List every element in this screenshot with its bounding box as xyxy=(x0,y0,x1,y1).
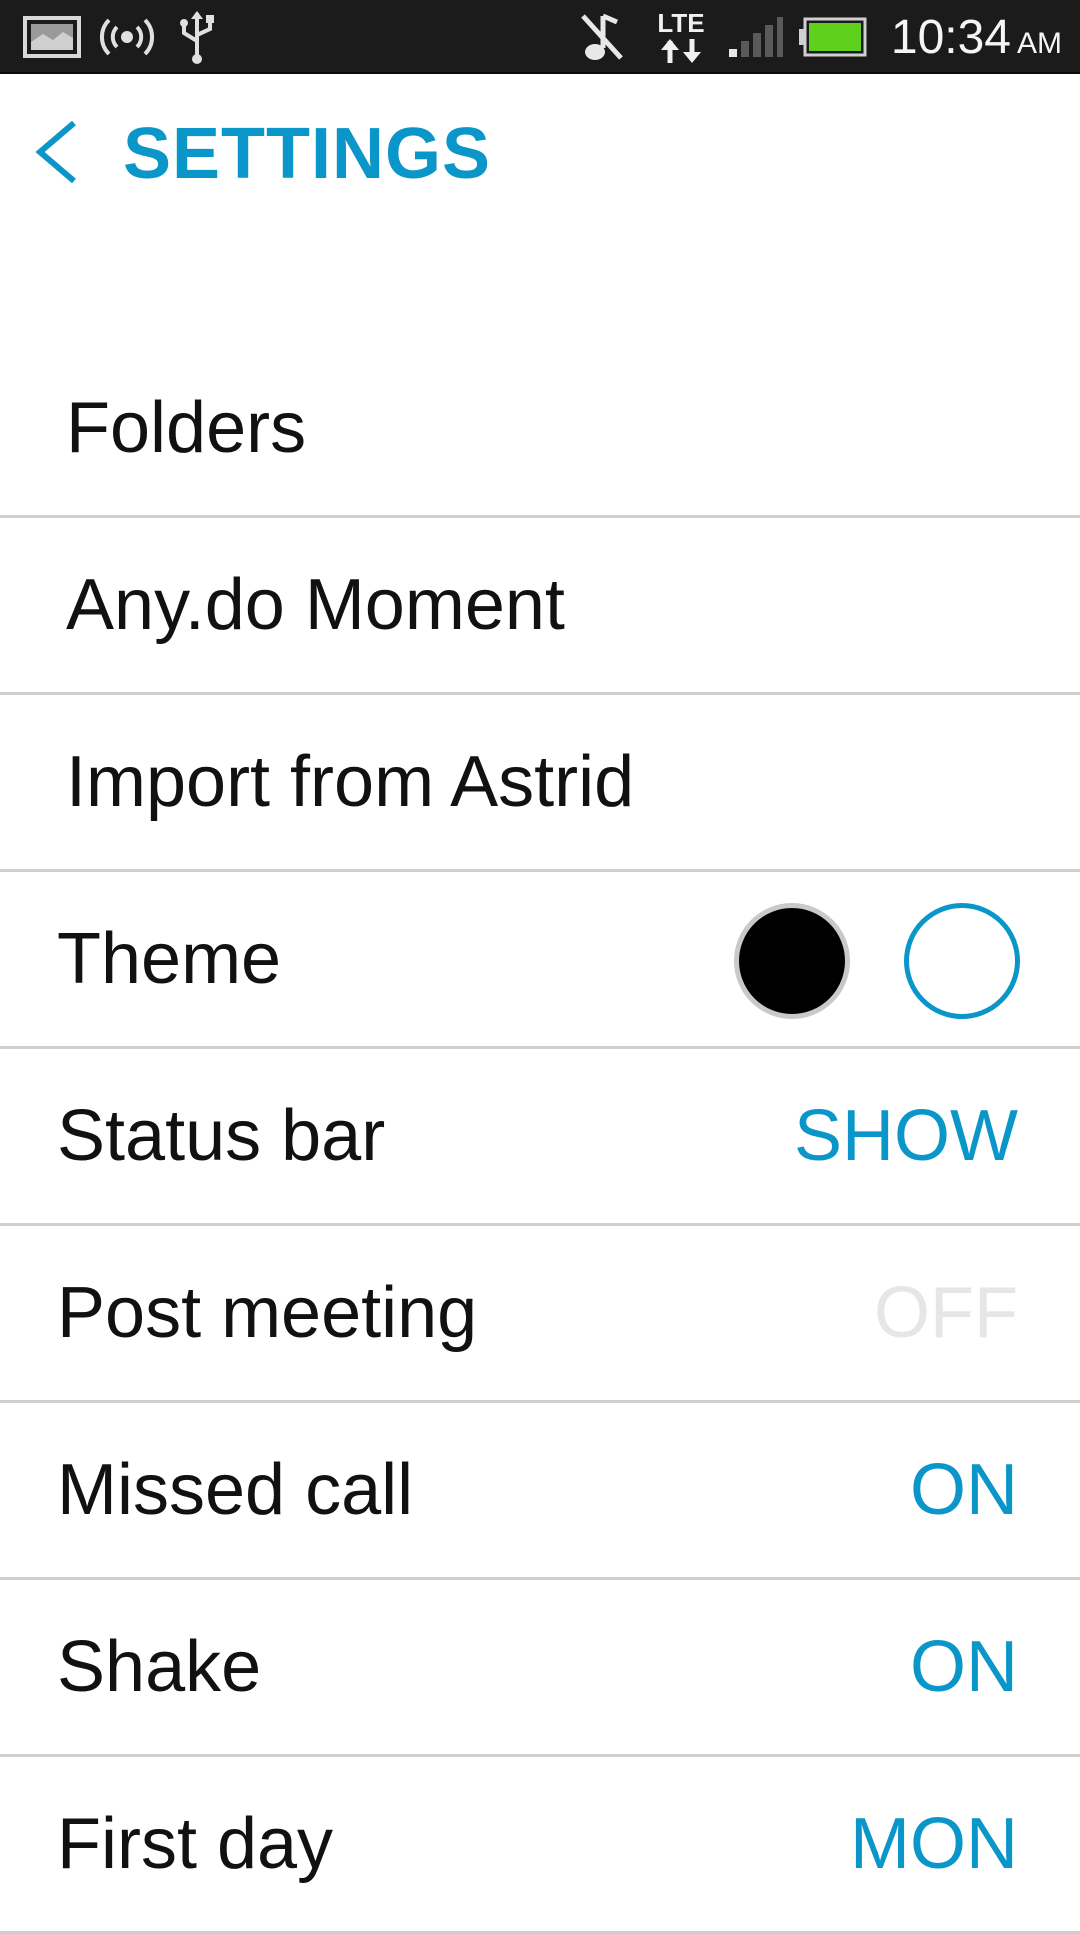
settings-item-folders[interactable]: Folders xyxy=(0,341,1080,518)
app-header: SETTINGS xyxy=(0,74,1080,224)
settings-item-first-day[interactable]: First day MON xyxy=(0,1757,1080,1934)
settings-item-label: Status bar xyxy=(57,1096,386,1176)
battery-icon xyxy=(798,0,868,74)
post-meeting-toggle[interactable]: OFF xyxy=(874,1226,1018,1400)
hotspot-icon xyxy=(98,0,156,74)
settings-list: Folders Any.do Moment Import from Astrid… xyxy=(0,341,1080,1934)
status-bar: LTE 10:34 AM xyxy=(0,0,1080,74)
settings-item-status-bar[interactable]: Status bar SHOW xyxy=(0,1049,1080,1226)
settings-item-label: First day xyxy=(57,1804,334,1884)
network-type-label: LTE xyxy=(657,8,705,38)
page-title: SETTINGS xyxy=(123,114,492,194)
theme-swatch-group xyxy=(734,901,1020,1021)
shake-toggle[interactable]: ON xyxy=(910,1580,1018,1754)
status-bar-value[interactable]: SHOW xyxy=(794,1049,1018,1223)
settings-item-shake[interactable]: Shake ON xyxy=(0,1580,1080,1757)
clock-ampm: AM xyxy=(1017,27,1062,60)
settings-item-missed-call[interactable]: Missed call ON xyxy=(0,1403,1080,1580)
settings-item-moment[interactable]: Any.do Moment xyxy=(0,518,1080,695)
settings-item-label: Theme xyxy=(57,919,282,999)
usb-icon xyxy=(172,0,222,74)
clock: 10:34 AM xyxy=(891,10,1062,72)
theme-light-swatch[interactable] xyxy=(904,903,1020,1019)
settings-item-label: Post meeting xyxy=(57,1273,478,1353)
settings-item-label: Import from Astrid xyxy=(66,742,635,822)
settings-item-label: Any.do Moment xyxy=(66,565,565,645)
missed-call-toggle[interactable]: ON xyxy=(910,1403,1018,1577)
settings-item-label: Shake xyxy=(57,1627,262,1707)
settings-item-post-meeting[interactable]: Post meeting OFF xyxy=(0,1226,1080,1403)
signal-icon xyxy=(726,0,784,74)
first-day-value[interactable]: MON xyxy=(850,1757,1018,1931)
settings-item-label: Folders xyxy=(66,388,307,468)
settings-item-theme: Theme xyxy=(0,872,1080,1049)
clock-time: 10:34 xyxy=(890,11,1011,64)
settings-item-import-astrid[interactable]: Import from Astrid xyxy=(0,695,1080,872)
chevron-left-icon xyxy=(35,120,76,184)
settings-item-label: Missed call xyxy=(57,1450,414,1530)
lte-data-icon: LTE xyxy=(650,0,712,74)
muted-music-icon xyxy=(576,0,628,74)
image-notification-icon xyxy=(22,0,82,74)
theme-dark-swatch[interactable] xyxy=(734,903,850,1019)
back-button[interactable] xyxy=(20,114,90,190)
